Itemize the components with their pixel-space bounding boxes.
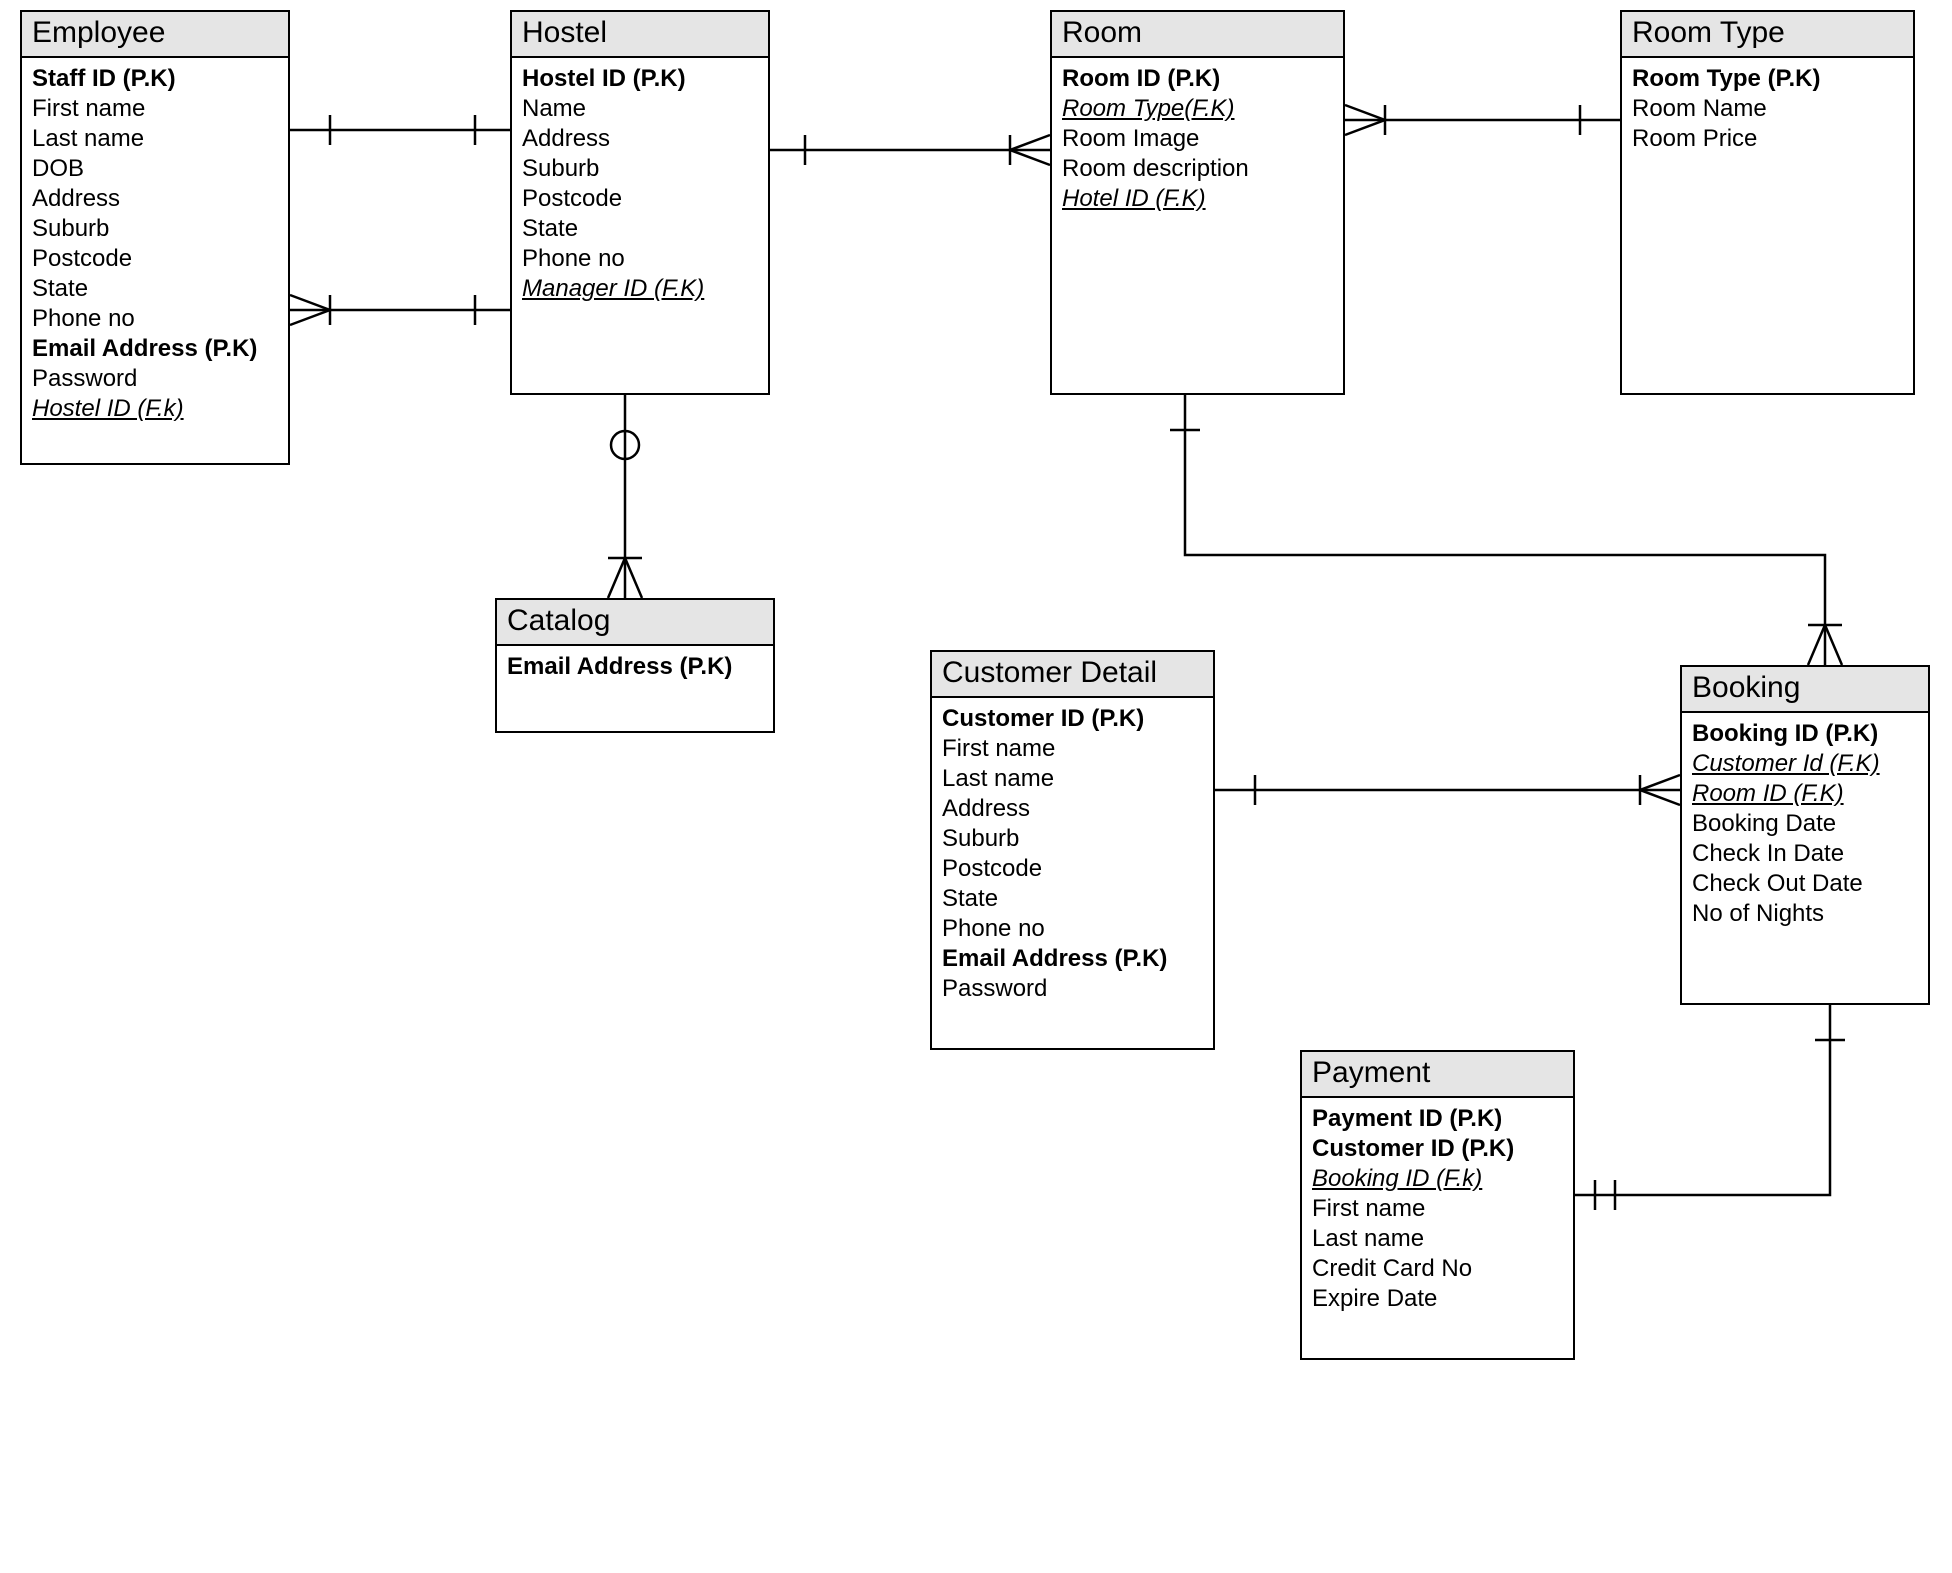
attribute: Last name (942, 764, 1203, 794)
entity-title: Employee (22, 12, 288, 58)
attribute: No of Nights (1692, 899, 1918, 929)
entity-title: Hostel (512, 12, 768, 58)
attribute: Address (522, 124, 758, 154)
attribute: Room Type (P.K) (1632, 64, 1903, 94)
attribute: Suburb (32, 214, 278, 244)
entity-title: Booking (1682, 667, 1928, 713)
attribute: Hostel ID (F.k) (32, 394, 278, 424)
entity-body: Room Type (P.K)Room NameRoom Price (1622, 58, 1913, 164)
entity-title: Catalog (497, 600, 773, 646)
attribute: Email Address (P.K) (942, 944, 1203, 974)
attribute: Postcode (942, 854, 1203, 884)
entity-employee: Employee Staff ID (P.K)First nameLast na… (20, 10, 290, 465)
attribute: Hostel ID (P.K) (522, 64, 758, 94)
entity-title: Customer Detail (932, 652, 1213, 698)
attribute: Booking ID (F.k) (1312, 1164, 1563, 1194)
attribute: First name (942, 734, 1203, 764)
entity-title: Room Type (1622, 12, 1913, 58)
attribute: Phone no (522, 244, 758, 274)
attribute: Booking ID (P.K) (1692, 719, 1918, 749)
attribute: Last name (1312, 1224, 1563, 1254)
attribute: Customer Id (F.K) (1692, 749, 1918, 779)
entity-customer: Customer Detail Customer ID (P.K)First n… (930, 650, 1215, 1050)
attribute: Hotel ID (F.K) (1062, 184, 1333, 214)
attribute: Address (942, 794, 1203, 824)
attribute: Password (32, 364, 278, 394)
attribute: DOB (32, 154, 278, 184)
entity-title: Payment (1302, 1052, 1573, 1098)
attribute: Phone no (32, 304, 278, 334)
attribute: Room description (1062, 154, 1333, 184)
entity-roomtype: Room Type Room Type (P.K)Room NameRoom P… (1620, 10, 1915, 395)
attribute: Room Image (1062, 124, 1333, 154)
attribute: Room ID (P.K) (1062, 64, 1333, 94)
attribute: Check Out Date (1692, 869, 1918, 899)
attribute: Check In Date (1692, 839, 1918, 869)
entity-body: Email Address (P.K) (497, 646, 773, 692)
entity-hostel: Hostel Hostel ID (P.K)NameAddressSuburbP… (510, 10, 770, 395)
attribute: Staff ID (P.K) (32, 64, 278, 94)
entity-body: Hostel ID (P.K)NameAddressSuburbPostcode… (512, 58, 768, 314)
entity-body: Room ID (P.K)Room Type(F.K)Room ImageRoo… (1052, 58, 1343, 224)
entity-booking: Booking Booking ID (P.K)Customer Id (F.K… (1680, 665, 1930, 1005)
attribute: Name (522, 94, 758, 124)
attribute: Postcode (522, 184, 758, 214)
attribute: Suburb (522, 154, 758, 184)
attribute: Credit Card No (1312, 1254, 1563, 1284)
attribute: Booking Date (1692, 809, 1918, 839)
entity-catalog: Catalog Email Address (P.K) (495, 598, 775, 733)
entity-body: Staff ID (P.K)First nameLast nameDOBAddr… (22, 58, 288, 434)
attribute: Suburb (942, 824, 1203, 854)
attribute: Last name (32, 124, 278, 154)
entity-payment: Payment Payment ID (P.K)Customer ID (P.K… (1300, 1050, 1575, 1360)
entity-title: Room (1052, 12, 1343, 58)
attribute: Password (942, 974, 1203, 1004)
attribute: Postcode (32, 244, 278, 274)
attribute: Room ID (F.K) (1692, 779, 1918, 809)
attribute: Email Address (P.K) (32, 334, 278, 364)
attribute: Payment ID (P.K) (1312, 1104, 1563, 1134)
attribute: Customer ID (P.K) (942, 704, 1203, 734)
attribute: Email Address (P.K) (507, 652, 763, 682)
attribute: State (32, 274, 278, 304)
attribute: State (522, 214, 758, 244)
attribute: Address (32, 184, 278, 214)
attribute: Room Name (1632, 94, 1903, 124)
attribute: Room Price (1632, 124, 1903, 154)
attribute: Expire Date (1312, 1284, 1563, 1314)
attribute: First name (1312, 1194, 1563, 1224)
attribute: Manager ID (F.K) (522, 274, 758, 304)
entity-body: Payment ID (P.K)Customer ID (P.K)Booking… (1302, 1098, 1573, 1324)
er-diagram: Employee Staff ID (P.K)First nameLast na… (0, 0, 1952, 1573)
attribute: Phone no (942, 914, 1203, 944)
entity-body: Customer ID (P.K)First nameLast nameAddr… (932, 698, 1213, 1014)
entity-body: Booking ID (P.K)Customer Id (F.K)Room ID… (1682, 713, 1928, 939)
attribute: Room Type(F.K) (1062, 94, 1333, 124)
attribute: State (942, 884, 1203, 914)
entity-room: Room Room ID (P.K)Room Type(F.K)Room Ima… (1050, 10, 1345, 395)
attribute: Customer ID (P.K) (1312, 1134, 1563, 1164)
attribute: First name (32, 94, 278, 124)
